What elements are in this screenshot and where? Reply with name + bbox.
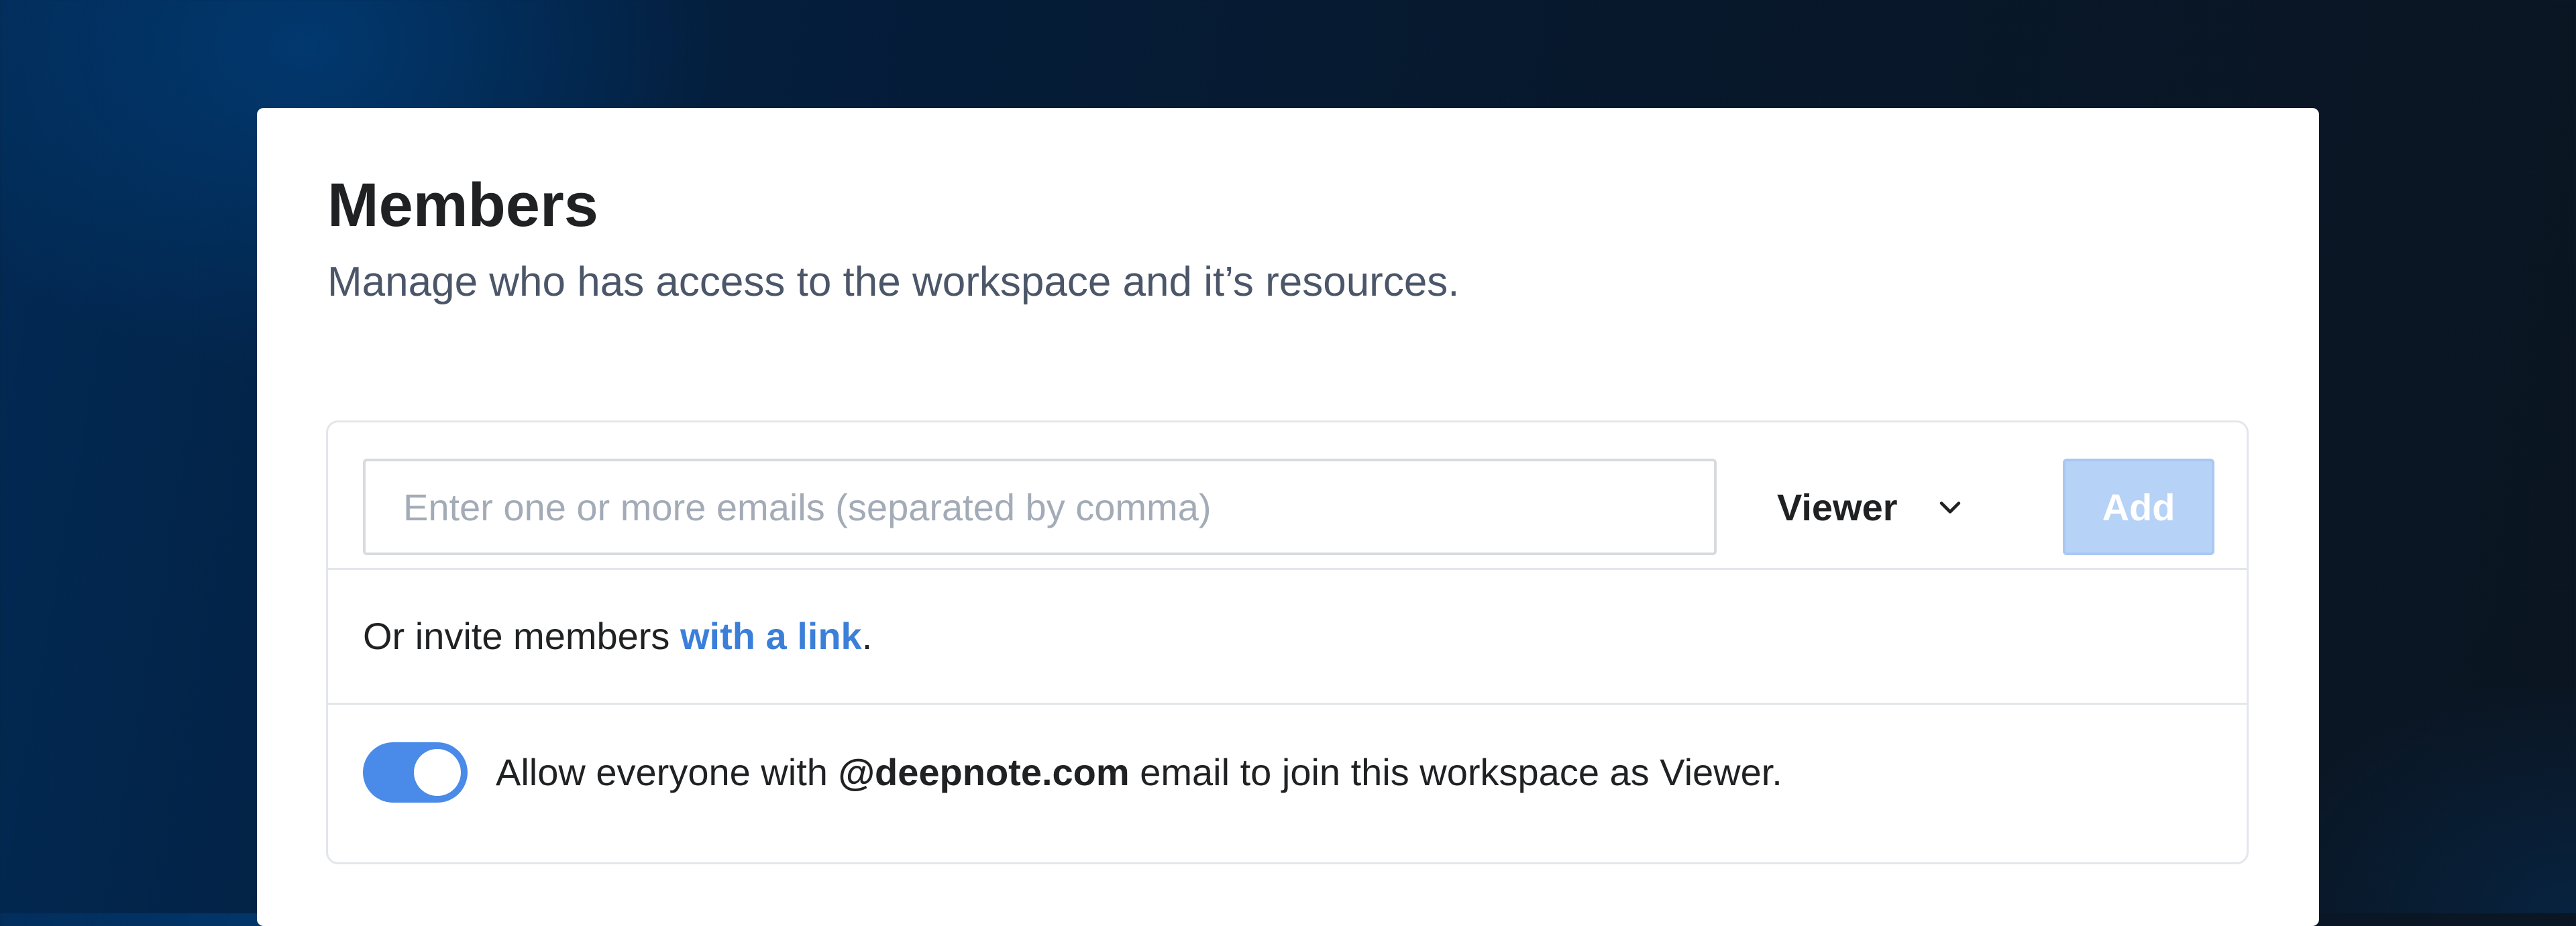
domain-join-text: Allow everyone with @deepnote.com email …: [496, 746, 1782, 799]
domain-join-prefix: Allow everyone with: [496, 751, 839, 793]
domain-join-toggle[interactable]: [363, 742, 468, 803]
email-input[interactable]: [363, 459, 1717, 555]
link-invite-prefix: Or invite members: [363, 615, 680, 657]
chevron-down-icon: [1939, 502, 1960, 514]
role-dropdown-label: Viewer: [1777, 485, 1898, 528]
add-button[interactable]: Add: [2063, 459, 2214, 555]
link-invite-suffix: .: [861, 615, 873, 657]
invite-panel: Viewer Add Or invite members with a link…: [326, 420, 2249, 864]
role-dropdown[interactable]: Viewer: [1777, 459, 2005, 555]
domain-join-suffix: email to join this workspace as Viewer.: [1129, 751, 1782, 793]
invite-with-link[interactable]: with a link: [680, 615, 862, 657]
domain-join-domain: @deepnote.com: [838, 751, 1130, 793]
invite-row: Viewer Add: [328, 422, 2247, 570]
domain-join-row: Allow everyone with @deepnote.com email …: [328, 705, 2247, 862]
page-title: Members: [327, 171, 598, 239]
toggle-knob: [414, 749, 461, 796]
link-invite-row: Or invite members with a link.: [328, 570, 2247, 703]
members-settings-card: Members Manage who has access to the wor…: [257, 108, 2319, 926]
link-invite-text: Or invite members with a link.: [363, 610, 872, 663]
page-subtitle: Manage who has access to the workspace a…: [327, 259, 1460, 305]
